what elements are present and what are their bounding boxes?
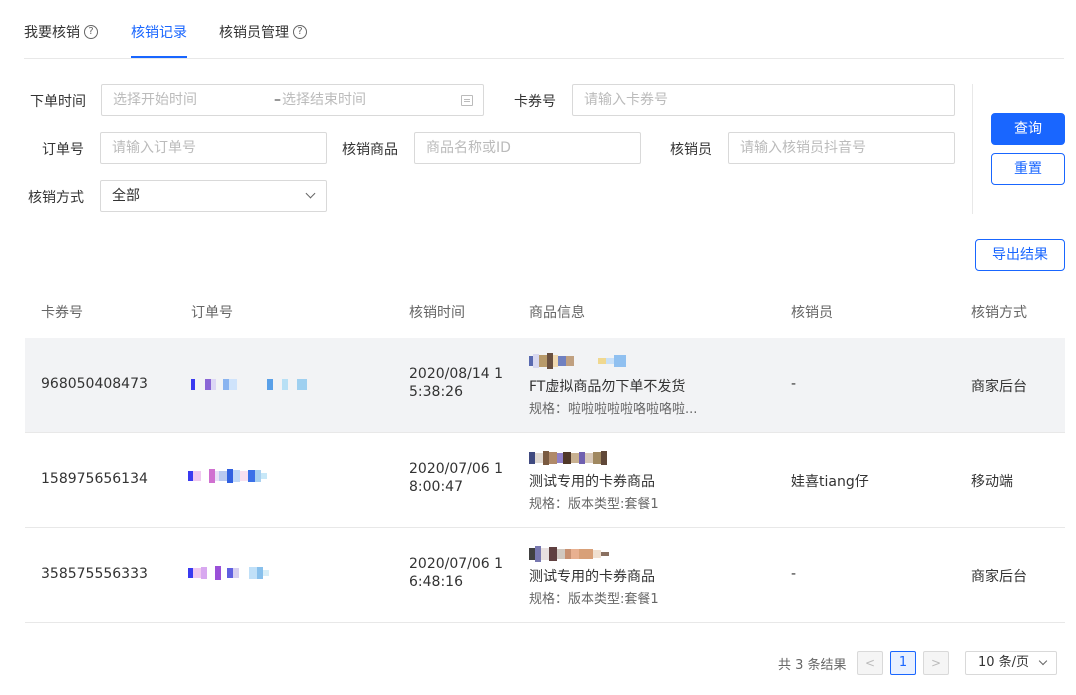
staff-name: - [791,376,797,392]
product-image-redacted [529,353,626,369]
verify-method: 移动端 [971,474,1013,490]
tab-verify[interactable]: 我要核销 ? [24,22,98,42]
verify-time-line1: 2020/07/06 1 [409,556,504,572]
verify-time-line2: 6:48:16 [409,574,463,590]
tab-active-indicator [131,56,187,58]
column-staff: 核销员 [791,305,833,321]
verify-method: 商家后台 [971,569,1027,585]
chevron-down-icon [305,188,316,199]
help-icon[interactable]: ? [84,25,98,39]
method-label: 核销方式 [28,190,84,206]
reset-button[interactable]: 重置 [991,153,1065,185]
coupon-number: 158975656134 [41,471,148,487]
column-order: 订单号 [191,305,233,321]
order-number-redacted [188,566,269,580]
page-1-button[interactable]: 1 [890,651,916,675]
help-icon[interactable]: ? [293,25,307,39]
page-size-select[interactable]: 10 条/页 [965,651,1057,675]
chevron-down-icon [1038,656,1048,666]
product-input[interactable]: 商品名称或ID [414,132,641,164]
product-name: 测试专用的卡券商品 [529,474,655,490]
tab-verify-records-label: 核销记录 [131,25,187,41]
product-spec: 规格：啦啦啦啦啦咯啦咯啦... [529,402,698,417]
verify-time-line1: 2020/08/14 1 [409,366,504,382]
product-spec: 规格：版本类型:套餐1 [529,497,659,512]
column-coupon: 卡券号 [41,305,83,321]
start-time-placeholder[interactable]: 选择开始时间 [113,92,197,108]
column-product-info: 商品信息 [529,305,585,321]
tab-verify-label: 我要核销 [24,25,80,41]
verify-time-line2: 5:38:26 [409,384,463,400]
coupon-placeholder: 请输入卡券号 [584,92,668,108]
next-page-button[interactable]: > [923,651,949,675]
staff-input[interactable]: 请输入核销员抖音号 [728,132,955,164]
coupon-label: 卡券号 [514,94,556,110]
table-row[interactable]: 358575556333 2020/07/06 1 6:48:16 测试专用的卡… [25,528,1065,623]
product-spec: 规格：版本类型:套餐1 [529,592,659,607]
tab-verify-records[interactable]: 核销记录 [131,22,187,42]
prev-page-button[interactable]: < [857,651,883,675]
order-placeholder: 请输入订单号 [112,140,196,156]
end-time-placeholder[interactable]: 选择结束时间 [282,85,366,115]
page-size-value: 10 条/页 [978,655,1030,670]
verify-time-line2: 8:00:47 [409,479,463,495]
calendar-icon [461,95,473,106]
method-select[interactable]: 全部 [100,180,327,212]
product-image-redacted [529,451,607,465]
table-row[interactable]: 158975656134 2020/07/06 1 8:00:47 测试专用的卡… [25,433,1065,528]
order-time-range-picker[interactable]: 选择开始时间 – 选择结束时间 [101,84,484,116]
verify-time-line1: 2020/07/06 1 [409,461,504,477]
staff-label: 核销员 [670,142,712,158]
coupon-input[interactable]: 请输入卡券号 [572,84,955,116]
product-name: 测试专用的卡券商品 [529,569,655,585]
range-separator: – [274,92,281,108]
coupon-number: 968050408473 [41,376,148,392]
order-label: 订单号 [42,142,84,158]
tab-staff-management[interactable]: 核销员管理 ? [219,22,307,42]
table-row[interactable]: 968050408473 2020/08/14 1 5:38:26 FT虚拟商品… [25,338,1065,433]
pagination-total: 共 3 条结果 [778,658,847,673]
table-header: 卡券号 订单号 核销时间 商品信息 核销员 核销方式 [25,288,1065,338]
staff-name: - [791,566,797,582]
verify-time: 2020/07/06 1 8:00:47 [409,461,503,495]
verify-time: 2020/08/14 1 5:38:26 [409,366,503,400]
form-divider [972,84,973,214]
staff-name: 娃喜tiang仔 [791,474,869,490]
column-verify-time: 核销时间 [409,305,465,321]
product-image-redacted [529,546,609,562]
verify-time: 2020/07/06 1 6:48:16 [409,556,503,590]
order-time-label: 下单时间 [30,94,86,110]
query-button[interactable]: 查询 [991,113,1065,145]
order-number-redacted [191,379,307,390]
product-label: 核销商品 [342,142,398,158]
staff-placeholder: 请输入核销员抖音号 [740,140,866,156]
coupon-number: 358575556333 [41,566,148,582]
method-select-value: 全部 [112,188,140,204]
product-name: FT虚拟商品勿下单不发货 [529,379,686,395]
order-input[interactable]: 请输入订单号 [100,132,327,164]
export-button[interactable]: 导出结果 [975,239,1065,271]
verify-method: 商家后台 [971,379,1027,395]
order-number-redacted [188,469,267,483]
product-placeholder: 商品名称或ID [426,140,511,156]
tab-bar: 我要核销 ? 核销记录 核销员管理 ? [24,0,1064,59]
column-method: 核销方式 [971,305,1027,321]
tab-staff-management-label: 核销员管理 [219,25,289,41]
